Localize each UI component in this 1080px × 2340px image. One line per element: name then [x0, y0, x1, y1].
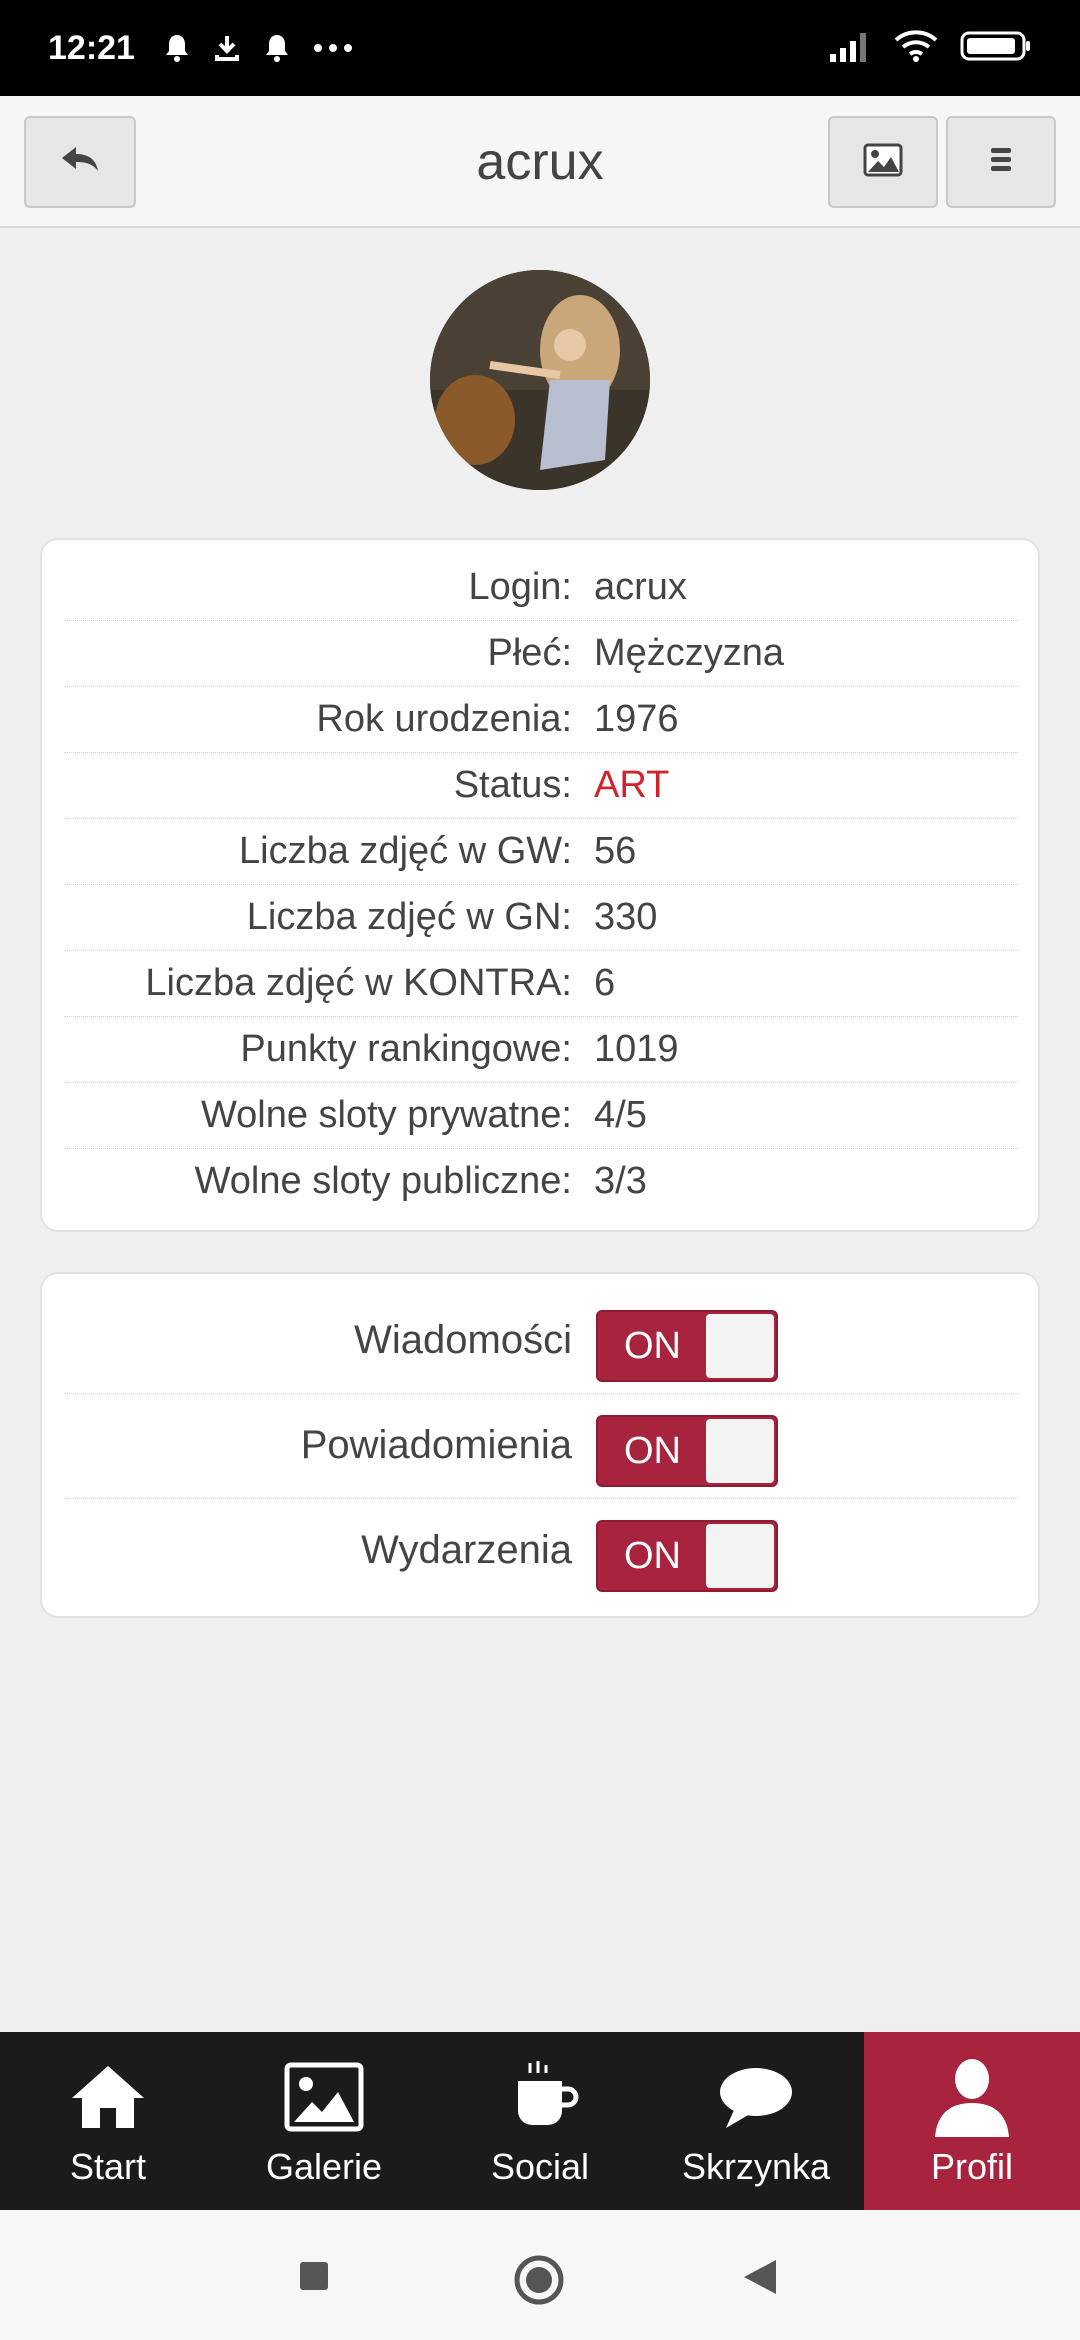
chat-icon — [716, 2054, 796, 2140]
picture-icon — [863, 143, 903, 182]
events-toggle[interactable]: ON — [596, 1520, 778, 1592]
setting-row-messages: Wiadomości ON — [64, 1288, 1018, 1394]
info-row-photos-kontra: Liczba zdjęć w KONTRA: 6 — [64, 950, 1018, 1017]
setting-label: Powiadomienia — [300, 1423, 572, 1467]
nav-inbox[interactable]: Skrzynka — [648, 2032, 864, 2210]
info-value: Mężczyzna — [594, 632, 785, 674]
reply-arrow-icon — [60, 145, 100, 180]
system-nav-bar — [0, 2210, 1080, 2340]
toggle-knob — [706, 1524, 774, 1588]
info-value: acrux — [594, 566, 687, 608]
back-button[interactable] — [24, 116, 136, 208]
toggle-knob — [706, 1314, 774, 1378]
info-label: Liczba zdjęć w KONTRA: — [145, 962, 572, 1004]
avatar[interactable] — [430, 270, 650, 490]
info-row-ranking-points: Punkty rankingowe: 1019 — [64, 1016, 1018, 1083]
messages-toggle[interactable]: ON — [596, 1310, 778, 1382]
info-value: 6 — [594, 962, 616, 1004]
info-row-birth-year: Rok urodzenia: 1976 — [64, 686, 1018, 753]
nav-galleries[interactable]: Galerie — [216, 2032, 432, 2210]
toggle-knob — [706, 1419, 774, 1483]
notification-bell-icon — [263, 33, 291, 63]
info-label: Punkty rankingowe: — [240, 1028, 572, 1070]
recent-apps-button[interactable] — [298, 2260, 330, 2297]
info-label: Liczba zdjęć w GW: — [239, 830, 572, 872]
info-value: 1976 — [594, 698, 679, 740]
nav-label: Galerie — [265, 2146, 383, 2187]
info-label: Rok urodzenia: — [316, 698, 572, 740]
info-value: 330 — [594, 896, 658, 938]
home-button[interactable] — [513, 2254, 565, 2311]
info-row-login: Login: acrux — [64, 554, 1018, 621]
square-icon — [300, 2262, 328, 2290]
info-row-photos-gn: Liczba zdjęć w GN: 330 — [64, 884, 1018, 951]
download-icon — [213, 33, 241, 63]
system-back-button[interactable] — [742, 2258, 778, 2301]
nav-label: Profil — [930, 2146, 1014, 2187]
image-icon — [284, 2054, 364, 2140]
info-label: Login: — [468, 566, 572, 608]
app-header: acrux — [0, 96, 1080, 228]
info-value: 3/3 — [594, 1160, 647, 1202]
hamburger-menu-icon — [986, 145, 1016, 180]
info-value: 1019 — [594, 1028, 679, 1070]
wifi-icon — [894, 29, 938, 68]
gallery-button[interactable] — [828, 116, 938, 208]
signal-icon — [828, 30, 872, 67]
info-value: 4/5 — [594, 1094, 647, 1136]
nav-social[interactable]: Social — [432, 2032, 648, 2210]
info-row-gender: Płeć: Mężczyzna — [64, 620, 1018, 687]
home-icon — [68, 2054, 148, 2140]
info-row-private-slots: Wolne sloty prywatne: 4/5 — [64, 1082, 1018, 1149]
setting-row-events: Wydarzenia ON — [64, 1498, 1018, 1603]
nav-label: Start — [69, 2146, 147, 2187]
setting-label: Wiadomości — [354, 1318, 572, 1362]
nav-label: Social — [490, 2146, 590, 2187]
status-time: 12:21 — [48, 28, 135, 67]
profile-info-card: Login: acrux Płeć: Mężczyzna Rok urodzen… — [40, 538, 1040, 1232]
nav-profile[interactable]: Profil — [864, 2032, 1080, 2210]
more-dots-icon — [313, 43, 353, 53]
toggle-state: ON — [624, 1535, 681, 1577]
status-badge: ART — [594, 764, 670, 806]
status-bar: 12:21 — [0, 0, 1080, 96]
coffee-icon — [500, 2054, 580, 2140]
bottom-nav: Start Galerie Social Skrzynka Profil — [0, 2032, 1080, 2210]
notifications-toggle[interactable]: ON — [596, 1415, 778, 1487]
menu-button[interactable] — [946, 116, 1056, 208]
nav-start[interactable]: Start — [0, 2032, 216, 2210]
notification-bell-icon — [163, 33, 191, 63]
setting-label: Wydarzenia — [361, 1528, 572, 1572]
info-label: Płeć: — [487, 632, 572, 674]
settings-card: Wiadomości ON Powiadomienia ON Wydarzeni… — [40, 1272, 1040, 1618]
info-label: Wolne sloty prywatne: — [200, 1094, 572, 1136]
toggle-state: ON — [624, 1325, 681, 1367]
info-label: Wolne sloty publiczne: — [194, 1160, 572, 1202]
circle-icon — [514, 2255, 564, 2305]
back-triangle-icon — [744, 2260, 776, 2294]
nav-label: Skrzynka — [681, 2146, 831, 2187]
user-icon — [927, 2054, 1017, 2140]
battery-icon — [960, 30, 1032, 67]
info-label: Liczba zdjęć w GN: — [246, 896, 572, 938]
info-row-status: Status: ART — [64, 752, 1018, 819]
info-row-public-slots: Wolne sloty publiczne: 3/3 — [64, 1148, 1018, 1214]
setting-row-notifications: Powiadomienia ON — [64, 1393, 1018, 1499]
toggle-state: ON — [624, 1430, 681, 1472]
info-row-photos-gw: Liczba zdjęć w GW: 56 — [64, 818, 1018, 885]
info-value: 56 — [594, 830, 637, 872]
info-label: Status: — [453, 764, 572, 806]
